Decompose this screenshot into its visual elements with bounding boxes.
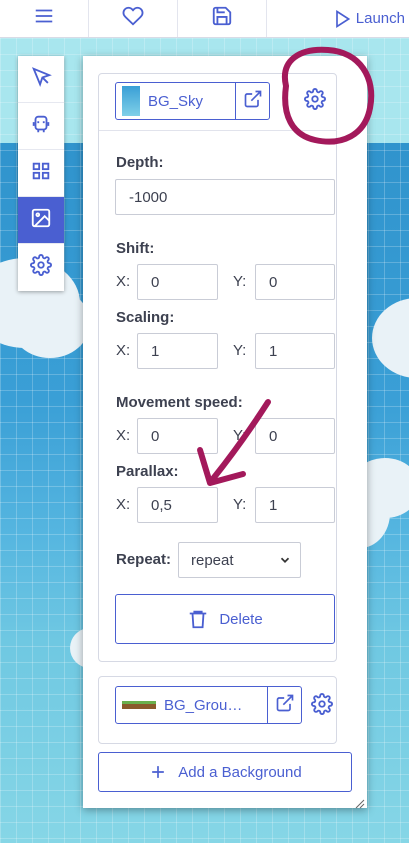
background-settings-button[interactable] (302, 87, 328, 115)
parallax-x-label: X: (116, 496, 131, 513)
shift-y-input[interactable]: 0 (255, 264, 335, 300)
background-card-ground: BG_Grou… (98, 676, 337, 744)
depth-input[interactable]: -1000 (115, 179, 335, 215)
scaling-label: Scaling: (116, 309, 175, 326)
floppy-disk-icon (211, 5, 233, 32)
select-tool-button[interactable] (18, 56, 64, 103)
scaling-x-input[interactable]: 1 (137, 333, 218, 369)
delete-label: Delete (219, 610, 263, 628)
tiles-tool-button[interactable] (18, 150, 64, 197)
tool-palette (18, 56, 64, 291)
sky-texture-thumbnail (122, 86, 140, 116)
top-toolbar: Launch (0, 0, 409, 38)
movement-x-input[interactable]: 0 (137, 418, 218, 454)
hamburger-menu-icon (33, 5, 55, 32)
backgrounds-tool-button[interactable] (18, 197, 64, 244)
menu-button[interactable] (0, 0, 89, 37)
robot-icon (30, 113, 52, 140)
delete-background-button[interactable]: Delete (115, 594, 335, 644)
movement-y-input[interactable]: 0 (255, 418, 335, 454)
background-name: BG_Grou… (164, 696, 243, 714)
shift-label: Shift: (116, 240, 155, 257)
play-triangle-icon (332, 9, 352, 29)
ground-texture-thumbnail (122, 701, 156, 709)
launch-button[interactable]: Launch (267, 0, 409, 37)
repeat-select[interactable]: repeat (178, 542, 301, 578)
shift-x-input[interactable]: 0 (137, 264, 218, 300)
repeat-select-value: repeat (191, 551, 234, 569)
scaling-x-label: X: (116, 342, 131, 359)
movement-y-label: Y: (233, 427, 247, 444)
background-texture-selector[interactable]: BG_Sky (115, 82, 270, 120)
open-texture-button[interactable] (267, 687, 301, 723)
trash-icon (187, 608, 209, 630)
card-divider (99, 130, 336, 131)
movement-speed-label: Movement speed: (116, 394, 243, 411)
gear-icon (311, 692, 333, 720)
shift-x-label: X: (116, 273, 131, 290)
movement-x-label: X: (116, 427, 131, 444)
external-link-icon (243, 89, 263, 114)
parallax-y-label: Y: (233, 496, 247, 513)
copies-tool-button[interactable] (18, 103, 64, 150)
favorite-button[interactable] (89, 0, 178, 37)
chevron-down-icon (278, 553, 292, 567)
room-settings-button[interactable] (18, 244, 64, 291)
background-settings-button[interactable] (309, 692, 335, 720)
image-icon (30, 207, 52, 234)
gear-icon (304, 87, 326, 115)
cursor-arrow-icon (30, 66, 52, 93)
parallax-x-input[interactable]: 0,5 (137, 487, 218, 523)
resize-handle-icon[interactable] (355, 796, 365, 809)
background-card-sky: BG_Sky Depth: -1000 Shift: X: 0 Y: 0 Sca… (98, 73, 337, 662)
background-texture-selector[interactable]: BG_Grou… (115, 686, 302, 724)
save-button[interactable] (178, 0, 267, 37)
cloud-left-2 (10, 288, 90, 358)
add-background-button[interactable]: Add a Background (98, 752, 352, 792)
external-link-icon (275, 693, 295, 718)
parallax-y-input[interactable]: 1 (255, 487, 335, 523)
scaling-y-input[interactable]: 1 (255, 333, 335, 369)
repeat-label: Repeat: (116, 551, 172, 568)
add-background-label: Add a Background (178, 763, 302, 781)
open-texture-button[interactable] (235, 83, 269, 119)
parallax-label: Parallax: (116, 463, 179, 480)
scaling-y-label: Y: (233, 342, 247, 359)
shift-y-label: Y: (233, 273, 247, 290)
background-name: BG_Sky (148, 92, 204, 110)
gear-icon (30, 254, 52, 281)
heart-icon (122, 5, 144, 32)
depth-label: Depth: (116, 154, 164, 171)
launch-label: Launch (355, 10, 405, 27)
grid-tiles-icon (30, 160, 52, 187)
plus-icon (148, 762, 168, 782)
backgrounds-panel: BG_Sky Depth: -1000 Shift: X: 0 Y: 0 Sca… (83, 56, 367, 809)
